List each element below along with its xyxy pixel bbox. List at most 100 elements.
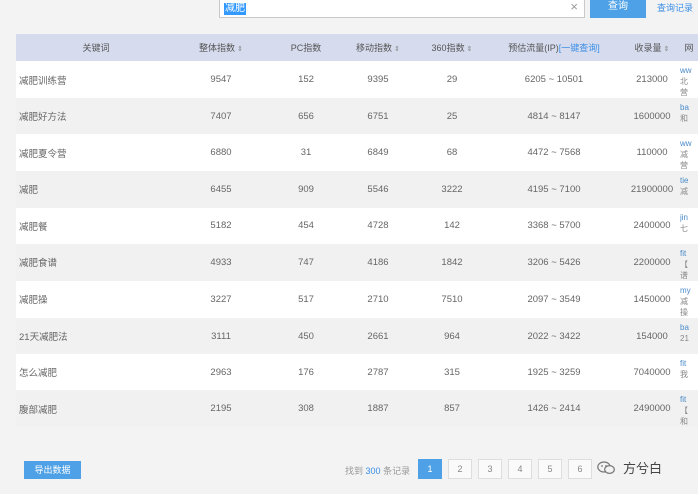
- traffic-cell: 1925 ~ 3259: [484, 354, 624, 391]
- one-click-query-link[interactable]: [一键查询]: [559, 43, 600, 53]
- keyword-cell[interactable]: 腹部减肥: [16, 390, 166, 428]
- pc-index-cell: 176: [276, 354, 336, 391]
- mobile-index-cell: 9395: [336, 61, 420, 98]
- mobile-index-cell: 1887: [336, 390, 420, 428]
- site-cell[interactable]: ww 北 营: [680, 61, 698, 98]
- page-button-1[interactable]: 1: [418, 459, 442, 479]
- s360-index-cell: 964: [420, 317, 484, 355]
- pc-index-cell: 517: [276, 280, 336, 318]
- keyword-cell[interactable]: 减肥食谱: [16, 243, 166, 281]
- overall-index-cell: 4933: [166, 243, 276, 281]
- header-overall-index[interactable]: 整体指数 ⇕: [166, 34, 276, 61]
- site-url[interactable]: ba: [680, 102, 698, 113]
- keyword-cell[interactable]: 减肥餐: [16, 207, 166, 244]
- traffic-cell: 4472 ~ 7568: [484, 134, 624, 172]
- page-button-6[interactable]: 6: [568, 459, 592, 479]
- site-url[interactable]: ww: [680, 65, 698, 76]
- indexed-count-cell: 2400000: [624, 207, 680, 244]
- keyword-cell[interactable]: 减肥好方法: [16, 98, 166, 135]
- header-indexed-count[interactable]: 收录量 ⇕: [624, 34, 680, 61]
- site-url[interactable]: fit: [680, 248, 698, 259]
- traffic-cell: 3206 ~ 5426: [484, 243, 624, 281]
- page-button-2[interactable]: 2: [448, 459, 472, 479]
- site-title: 【 谱: [680, 259, 688, 280]
- site-cell[interactable]: tie 减: [680, 171, 698, 208]
- overall-index-cell: 3227: [166, 280, 276, 318]
- total-records: 找到 300 条记录: [345, 466, 411, 476]
- header-site: 网: [680, 34, 698, 61]
- keyword-table: 关键词 整体指数 ⇕ PC指数 移动指数 ⇕ 360指数 ⇕ 预估流量(IP)[一键查…: [16, 34, 698, 428]
- history-link[interactable]: 查询记录: [657, 1, 693, 14]
- site-url[interactable]: my: [680, 285, 698, 296]
- overall-index-cell: 9547: [166, 61, 276, 98]
- traffic-cell: 2097 ~ 3549: [484, 280, 624, 318]
- traffic-cell: 1426 ~ 2414: [484, 390, 624, 428]
- header-pc-index[interactable]: PC指数: [276, 34, 336, 61]
- site-url[interactable]: tie: [680, 175, 698, 186]
- keyword-cell[interactable]: 减肥夏令营: [16, 134, 166, 172]
- page-button-4[interactable]: 4: [508, 459, 532, 479]
- s360-index-cell: 857: [420, 390, 484, 428]
- sort-icon: ⇕: [466, 46, 473, 53]
- site-cell[interactable]: ba 和: [680, 98, 698, 135]
- search-input[interactable]: 减肥 ×: [219, 0, 585, 18]
- pc-index-cell: 909: [276, 171, 336, 208]
- keyword-cell[interactable]: 减肥训练营: [16, 61, 166, 98]
- header-keyword: 关键词: [16, 34, 166, 61]
- table-row: 减肥夏令营 6880 31 6849 68 4472 ~ 7568 110000 ww 减 营: [16, 134, 698, 172]
- pc-index-cell: 747: [276, 243, 336, 281]
- site-url[interactable]: fit: [680, 394, 698, 405]
- traffic-cell: 3368 ~ 5700: [484, 207, 624, 244]
- header-360-index[interactable]: 360指数 ⇕: [420, 34, 484, 61]
- site-url[interactable]: fit: [680, 358, 698, 369]
- pc-index-cell: 308: [276, 390, 336, 428]
- mobile-index-cell: 2661: [336, 317, 420, 355]
- site-url[interactable]: ww: [680, 138, 698, 149]
- table-row: 减肥好方法 7407 656 6751 25 4814 ~ 8147 1600000 ba 和: [16, 98, 698, 135]
- site-url[interactable]: ba: [680, 322, 698, 333]
- sort-icon: ⇕: [237, 46, 243, 53]
- keyword-cell[interactable]: 减肥操: [16, 280, 166, 318]
- overall-index-cell: 3111: [166, 317, 276, 355]
- s360-index-cell: 315: [420, 354, 484, 391]
- site-title: 七: [680, 223, 688, 233]
- keyword-cell[interactable]: 怎么减肥: [16, 354, 166, 391]
- site-cell[interactable]: ba 21: [680, 317, 698, 355]
- search-button[interactable]: 查询: [590, 0, 646, 18]
- site-title: 减 营: [680, 150, 688, 171]
- export-button[interactable]: 导出数据: [24, 461, 81, 479]
- s360-index-cell: 68: [420, 134, 484, 172]
- site-cell[interactable]: fit 【 和: [680, 390, 698, 428]
- overall-index-cell: 6880: [166, 134, 276, 172]
- pc-index-cell: 152: [276, 61, 336, 98]
- table-header-row: 关键词 整体指数 ⇕ PC指数 移动指数 ⇕ 360指数 ⇕ 预估流量(IP)[一键查…: [16, 34, 698, 61]
- site-title: 我: [680, 370, 688, 380]
- table-row: 腹部减肥 2195 308 1887 857 1426 ~ 2414 2490000 fit 【…: [16, 390, 698, 428]
- site-cell[interactable]: my 减 操: [680, 280, 698, 318]
- watermark-text: 方兮白: [623, 461, 663, 476]
- indexed-count-cell: 21900000: [624, 171, 680, 208]
- table-row: 减肥 6455 909 5546 3222 4195 ~ 7100 21900000 tie 减: [16, 171, 698, 208]
- site-cell[interactable]: jin 七: [680, 207, 698, 244]
- overall-index-cell: 2195: [166, 390, 276, 428]
- page-button-5[interactable]: 5: [538, 459, 562, 479]
- site-url[interactable]: jin: [680, 212, 698, 223]
- overall-index-cell: 6455: [166, 171, 276, 208]
- site-cell[interactable]: ww 减 营: [680, 134, 698, 172]
- keyword-cell[interactable]: 21天减肥法: [16, 317, 166, 355]
- site-cell[interactable]: fit 【 谱: [680, 243, 698, 281]
- indexed-count-cell: 2200000: [624, 243, 680, 281]
- clear-icon[interactable]: ×: [570, 0, 578, 14]
- site-cell[interactable]: fit 我: [680, 354, 698, 391]
- pc-index-cell: 31: [276, 134, 336, 172]
- s360-index-cell: 142: [420, 207, 484, 244]
- keyword-cell[interactable]: 减肥: [16, 171, 166, 208]
- indexed-count-cell: 7040000: [624, 354, 680, 391]
- search-bar: 减肥 × 查询 查询记录: [0, 0, 698, 26]
- table-body: 减肥训练营 9547 152 9395 29 6205 ~ 10501 213000 ww 北 …: [16, 61, 698, 428]
- header-mobile-index[interactable]: 移动指数 ⇕: [336, 34, 420, 61]
- page-button-3[interactable]: 3: [478, 459, 502, 479]
- search-input-value: 减肥: [224, 3, 246, 15]
- sort-icon: ⇕: [663, 46, 670, 53]
- header-estimated-traffic: 预估流量(IP)[一键查询]: [484, 34, 624, 61]
